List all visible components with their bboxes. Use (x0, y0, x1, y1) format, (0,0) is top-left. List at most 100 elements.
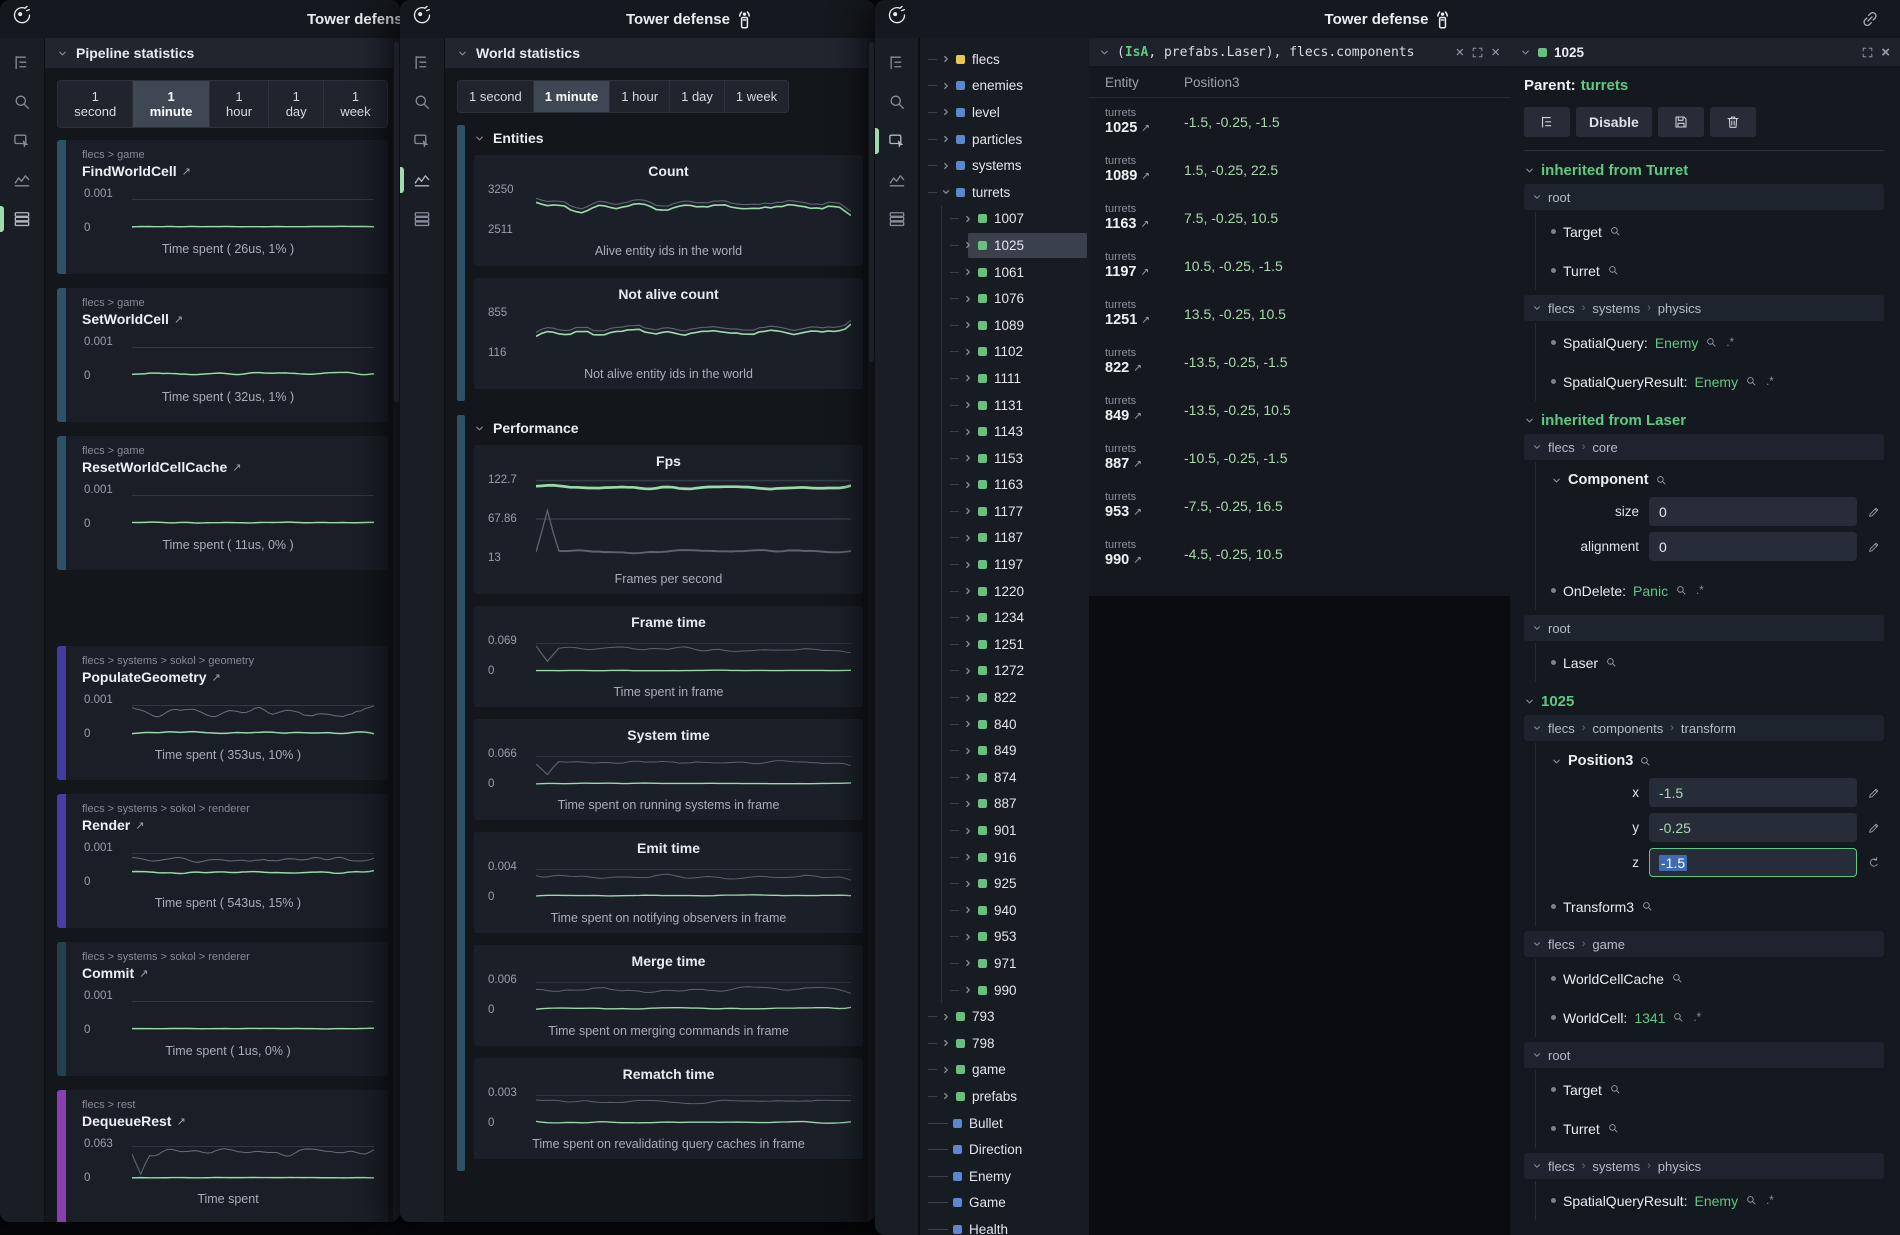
entity-id-link[interactable]: 1197↗ (1105, 264, 1184, 281)
query-header[interactable]: (IsA, prefabs.Laser), flecs.components ×… (1089, 38, 1510, 67)
tree-item-Direction[interactable]: Direction (920, 1136, 1089, 1163)
chart-link[interactable]: Render (82, 817, 130, 833)
edit-icon[interactable] (1867, 821, 1884, 835)
tree-item-901[interactable]: 901 (942, 817, 1089, 844)
close-icon[interactable]: × (1881, 45, 1890, 60)
tree-item-1272[interactable]: 1272 (942, 658, 1089, 685)
tree-item-990[interactable]: 990 (942, 977, 1089, 1004)
expand-icon[interactable] (961, 453, 975, 463)
search-component-icon[interactable] (1671, 972, 1684, 985)
sidebar-tree-icon[interactable] (400, 52, 444, 74)
tag-value-link[interactable]: Panic (1633, 583, 1668, 599)
tree-item-enemies[interactable]: enemies (920, 73, 1089, 100)
search-component-icon[interactable] (1609, 1083, 1622, 1096)
component-group-flecs-systems-physics[interactable]: flecs›systems›physics (1524, 295, 1884, 321)
edit-icon[interactable] (1867, 540, 1884, 554)
range-tab-1-second[interactable]: 1 second (58, 81, 132, 127)
entity-id-link[interactable]: 1089↗ (1105, 168, 1184, 185)
collapse-icon[interactable] (939, 187, 953, 197)
tree-item-game[interactable]: game (920, 1057, 1089, 1084)
tree-item-Game[interactable]: Game (920, 1190, 1089, 1217)
component-group-flecs-systems-physics[interactable]: flecs›systems›physics (1524, 1153, 1884, 1179)
expand-icon[interactable] (939, 54, 953, 64)
field-input-alignment[interactable]: 0 (1649, 532, 1857, 561)
tree-item-940[interactable]: 940 (942, 897, 1089, 924)
range-tab-1-week[interactable]: 1 week (324, 81, 387, 127)
expand-icon[interactable] (939, 1091, 953, 1101)
entity-id-link[interactable]: 953↗ (1105, 504, 1184, 521)
tree-item-flecs[interactable]: flecs (920, 46, 1089, 73)
entity-id-link[interactable]: 887↗ (1105, 456, 1184, 473)
tree-item-1220[interactable]: 1220 (942, 578, 1089, 605)
section-inherited-from-Turret[interactable]: inherited from Turret (1524, 162, 1884, 179)
inspector-header[interactable]: 1025 × (1510, 38, 1900, 66)
expand-icon[interactable] (961, 746, 975, 756)
range-tab-1-day[interactable]: 1 day (269, 81, 323, 127)
expand-icon[interactable] (961, 693, 975, 703)
share-link-icon[interactable] (1860, 9, 1880, 34)
tree-item-887[interactable]: 887 (942, 791, 1089, 818)
expand-icon[interactable] (939, 134, 953, 144)
component-Component[interactable]: Component (1551, 462, 1884, 495)
expand-icon[interactable] (939, 1012, 953, 1022)
expand-icon[interactable] (961, 294, 975, 304)
expand-icon[interactable] (961, 506, 975, 516)
component-group-root[interactable]: root (1524, 184, 1884, 210)
sidebar-search-icon[interactable] (0, 91, 44, 113)
component-group-flecs-core[interactable]: flecs›core (1524, 434, 1884, 460)
search-component-icon[interactable] (1641, 900, 1654, 913)
tree-item-1153[interactable]: 1153 (942, 445, 1089, 472)
undo-icon[interactable] (1867, 856, 1884, 870)
titlebar[interactable]: Tower defense (0, 0, 400, 39)
tree-item-798[interactable]: 798 (920, 1030, 1089, 1057)
tree-item-prefabs[interactable]: prefabs (920, 1083, 1089, 1110)
expand-icon[interactable] (961, 267, 975, 277)
expand-icon[interactable] (939, 161, 953, 171)
range-tab-1-week[interactable]: 1 week (725, 81, 788, 112)
search-component-icon[interactable] (1609, 225, 1622, 238)
tree-item-953[interactable]: 953 (942, 924, 1089, 951)
section-1025[interactable]: 1025 (1524, 693, 1884, 710)
component-group-flecs-components-transform[interactable]: flecs›components›transform (1524, 715, 1884, 741)
sidebar-table-icon[interactable] (875, 208, 919, 230)
sidebar-inspect-icon[interactable] (400, 130, 444, 152)
search-component-icon[interactable] (1745, 1194, 1758, 1207)
sidebar-chart-icon[interactable] (400, 169, 444, 191)
tree-item-1102[interactable]: 1102 (942, 339, 1089, 366)
search-component-icon[interactable] (1639, 755, 1652, 768)
expand-icon[interactable] (961, 639, 975, 649)
sidebar-inspect-icon[interactable] (0, 130, 44, 152)
chart-link[interactable]: SetWorldCell (82, 311, 169, 327)
expand-icon[interactable] (961, 427, 975, 437)
tree-item-916[interactable]: 916 (942, 844, 1089, 871)
tree-item-1025[interactable]: 1025 (942, 232, 1089, 259)
tree-item-systems[interactable]: systems (920, 152, 1089, 179)
edit-icon[interactable] (1867, 505, 1884, 519)
expand-icon[interactable] (961, 719, 975, 729)
tag-value-link[interactable]: Enemy (1695, 374, 1739, 390)
search-component-icon[interactable] (1675, 584, 1688, 597)
expand-icon[interactable] (961, 666, 975, 676)
scrollbar[interactable] (868, 38, 875, 1222)
entity-id-link[interactable]: 1025↗ (1105, 120, 1184, 137)
tree-item-Health[interactable]: Health (920, 1216, 1089, 1235)
sidebar-chart-icon[interactable] (0, 169, 44, 191)
tree-item-971[interactable]: 971 (942, 950, 1089, 977)
tree-item-1197[interactable]: 1197 (942, 551, 1089, 578)
tree-view-button[interactable] (1524, 107, 1570, 137)
tree-item-1007[interactable]: 1007 (942, 206, 1089, 233)
delete-button[interactable] (1710, 107, 1756, 137)
tree-item-Bullet[interactable]: Bullet (920, 1110, 1089, 1137)
search-component-icon[interactable] (1672, 1011, 1685, 1024)
expand-icon[interactable] (961, 958, 975, 968)
search-component-icon[interactable] (1607, 1122, 1620, 1135)
panel-header-world-statistics[interactable]: World statistics (445, 38, 875, 68)
section-header-Performance[interactable]: Performance (474, 415, 863, 441)
expand-icon[interactable] (961, 347, 975, 357)
chart-link[interactable]: DequeueRest (82, 1113, 171, 1129)
search-component-icon[interactable] (1705, 336, 1718, 349)
field-input-size[interactable]: 0 (1649, 497, 1857, 526)
entity-id-link[interactable]: 822↗ (1105, 360, 1184, 377)
sidebar-table-icon[interactable] (400, 208, 444, 230)
tree-item-874[interactable]: 874 (942, 764, 1089, 791)
